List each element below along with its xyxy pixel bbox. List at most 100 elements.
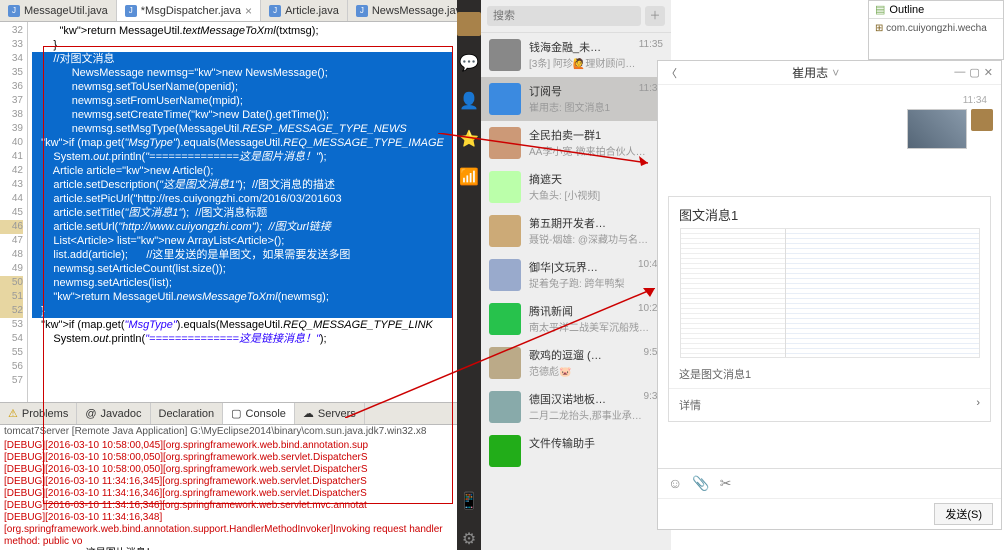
- conv-subtitle: 聂锐-烟雄: @深藏功与名…: [529, 231, 663, 246]
- ctab-servers[interactable]: ☁Servers: [295, 403, 365, 424]
- new-chat-button[interactable]: ＋: [645, 6, 665, 26]
- outline-body: ⊞ com.cuiyongzhi.wecha: [869, 19, 1003, 38]
- conversation-item[interactable]: 钱海金融_未…11:35[3条] 阿珍🙋理财顾问…: [481, 33, 671, 77]
- contacts-icon[interactable]: 👤: [458, 90, 480, 112]
- java-icon: J: [8, 5, 20, 17]
- conversation-item[interactable]: 德国汉诺地板…9:32二月二龙抬头,那事业承…: [481, 385, 671, 429]
- conversation-item[interactable]: 摘遮天大鱼头: [小视频]: [481, 165, 671, 209]
- thumb-message[interactable]: [907, 109, 993, 149]
- ctab-console[interactable]: ▢ Console: [223, 403, 295, 424]
- tab-label: NewsMessage.java: [372, 5, 467, 17]
- search-row: ＋: [481, 0, 671, 33]
- article-card[interactable]: 图文消息1 这是图文消息1 详情 ›: [668, 196, 991, 422]
- console-panel: ⚠Problems @Javadoc Declaration ▢Console …: [0, 402, 457, 550]
- conversation-item[interactable]: 腾讯新闻10:22南太平洋二战美军沉船残…: [481, 297, 671, 341]
- attach-icon[interactable]: 📎: [692, 475, 709, 492]
- tab-label: Article.java: [285, 5, 339, 17]
- chat-window: 〈 崔用志 ˅ — ▢ ✕ 11:34 图文消息1 这是图文消息1 详情 › ☺…: [657, 60, 1002, 530]
- thumb-card: [907, 109, 967, 149]
- conv-subtitle: [3条] 阿珍🙋理财顾问…: [529, 55, 663, 70]
- conv-avatar: [489, 215, 521, 247]
- package-name: com.cuiyongzhi.wecha: [886, 23, 987, 34]
- scissors-icon[interactable]: ✂: [720, 475, 732, 492]
- conv-name: 歌鸡的逗遛 (…: [529, 347, 602, 363]
- chat-title: 崔用志 ˅: [677, 64, 954, 81]
- minimize-icon[interactable]: —: [954, 66, 965, 79]
- editor-tabs: JMessageUtil.java J*MsgDispatcher.java× …: [0, 0, 457, 22]
- favorites-icon[interactable]: ⭐: [458, 128, 480, 150]
- conv-subtitle: 南太平洋二战美军沉船残…: [529, 319, 663, 334]
- conv-subtitle: 崔用志: 图文消息1: [529, 99, 663, 114]
- window-controls: — ▢ ✕: [954, 66, 993, 79]
- conversation-item[interactable]: 文件传输助手: [481, 429, 671, 473]
- editor-body: 3233343536373839404142434445464748495051…: [0, 22, 457, 402]
- ctab-javadoc[interactable]: @ Javadoc: [77, 403, 150, 424]
- conversation-item[interactable]: 歌鸡的逗遛 (…9:59范德彪🐷: [481, 341, 671, 385]
- avatar[interactable]: [457, 12, 481, 36]
- gear-icon[interactable]: ⚙: [458, 528, 480, 550]
- wechat-panel: 💬 👤 ⭐ 📶 📱 ⚙ ＋ 钱海金融_未…11:35[3条] 阿珍🙋理财顾问…订…: [457, 0, 657, 550]
- conv-avatar: [489, 259, 521, 291]
- conv-avatar: [489, 391, 521, 423]
- conv-name: 摘遮天: [529, 171, 562, 187]
- emoji-icon[interactable]: ☺: [668, 475, 682, 492]
- conv-name: 订阅号: [529, 83, 562, 99]
- console-icon: ▢: [231, 407, 241, 420]
- article-more[interactable]: 详情 ›: [669, 388, 990, 421]
- article-subtitle: 这是图文消息1: [669, 364, 990, 388]
- maximize-icon[interactable]: ▢: [969, 66, 979, 79]
- article-image: [680, 228, 980, 358]
- outline-panel: ▤ Outline ⊞ com.cuiyongzhi.wecha: [868, 0, 1004, 60]
- phone-icon[interactable]: 📱: [458, 490, 480, 512]
- tab-messageutil[interactable]: JMessageUtil.java: [0, 0, 117, 21]
- problems-icon: ⚠: [8, 407, 18, 420]
- conversation-item[interactable]: 御华|文玩界…10:43捉着兔子跑: 跨年鸭梨: [481, 253, 671, 297]
- wifi-icon[interactable]: 📶: [458, 166, 480, 188]
- conversation-list[interactable]: 钱海金融_未…11:35[3条] 阿珍🙋理财顾问…订阅号11:34崔用志: 图文…: [481, 33, 671, 550]
- close-icon[interactable]: ✕: [984, 66, 993, 79]
- ide-pane: JMessageUtil.java J*MsgDispatcher.java× …: [0, 0, 457, 550]
- conversation-item[interactable]: 订阅号11:34崔用志: 图文消息1: [481, 77, 671, 121]
- tab-label: *MsgDispatcher.java: [141, 5, 241, 17]
- javadoc-icon: @: [85, 408, 96, 420]
- conv-avatar: [489, 347, 521, 379]
- conv-subtitle: 大鱼头: [小视频]: [529, 187, 663, 202]
- back-icon[interactable]: 〈: [666, 65, 677, 81]
- java-icon: J: [269, 5, 281, 17]
- ctab-label: Javadoc: [101, 408, 142, 420]
- conversation-item[interactable]: 全民拍卖一群1AA李小宽-微来拍合伙人…: [481, 121, 671, 165]
- ctab-problems[interactable]: ⚠Problems: [0, 403, 77, 424]
- code-area[interactable]: "kw">return MessageUtil.textMessageToXml…: [28, 22, 457, 402]
- close-icon[interactable]: ×: [245, 4, 252, 18]
- chevron-right-icon: ›: [976, 397, 980, 413]
- conv-subtitle: 范德彪🐷: [529, 363, 663, 378]
- chat-toolbar: ☺ 📎 ✂: [658, 468, 1001, 498]
- chat-send-row: 发送(S): [658, 498, 1001, 529]
- console-title: tomcat7Server [Remote Java Application] …: [0, 425, 457, 438]
- ctab-label: Console: [246, 408, 286, 420]
- article-title: 图文消息1: [669, 197, 990, 228]
- outline-header: ▤ Outline: [869, 1, 1003, 19]
- conv-name: 德国汉诺地板…: [529, 391, 606, 407]
- more-label: 详情: [679, 397, 701, 413]
- message-time: 11:34: [668, 95, 991, 106]
- console-output[interactable]: [DEBUG][2016-03-10 10:58:00,045][org.spr…: [0, 438, 457, 550]
- send-button[interactable]: 发送(S): [934, 503, 993, 525]
- outline-icon: ▤: [875, 3, 885, 16]
- conv-avatar: [489, 303, 521, 335]
- search-input[interactable]: [487, 6, 641, 26]
- conv-name: 第五期开发者…: [529, 215, 606, 231]
- conv-name: 腾讯新闻: [529, 303, 573, 319]
- wechat-sidebar: 💬 👤 ⭐ 📶 📱 ⚙: [457, 0, 481, 550]
- ctab-declaration[interactable]: Declaration: [151, 403, 224, 424]
- chevron-down-icon[interactable]: ˅: [832, 66, 839, 80]
- chats-icon[interactable]: 💬: [458, 52, 480, 74]
- conv-subtitle: 捉着兔子跑: 跨年鸭梨: [529, 275, 663, 290]
- conv-name: 全民拍卖一群1: [529, 127, 601, 143]
- tab-msgdispatcher[interactable]: J*MsgDispatcher.java×: [117, 0, 261, 21]
- conversation-item[interactable]: 第五期开发者…聂锐-烟雄: @深藏功与名…: [481, 209, 671, 253]
- tab-article[interactable]: J Article.java: [261, 0, 348, 21]
- conv-subtitle: AA李小宽-微来拍合伙人…: [529, 143, 663, 158]
- conv-avatar: [489, 127, 521, 159]
- outline-title: Outline: [889, 4, 924, 16]
